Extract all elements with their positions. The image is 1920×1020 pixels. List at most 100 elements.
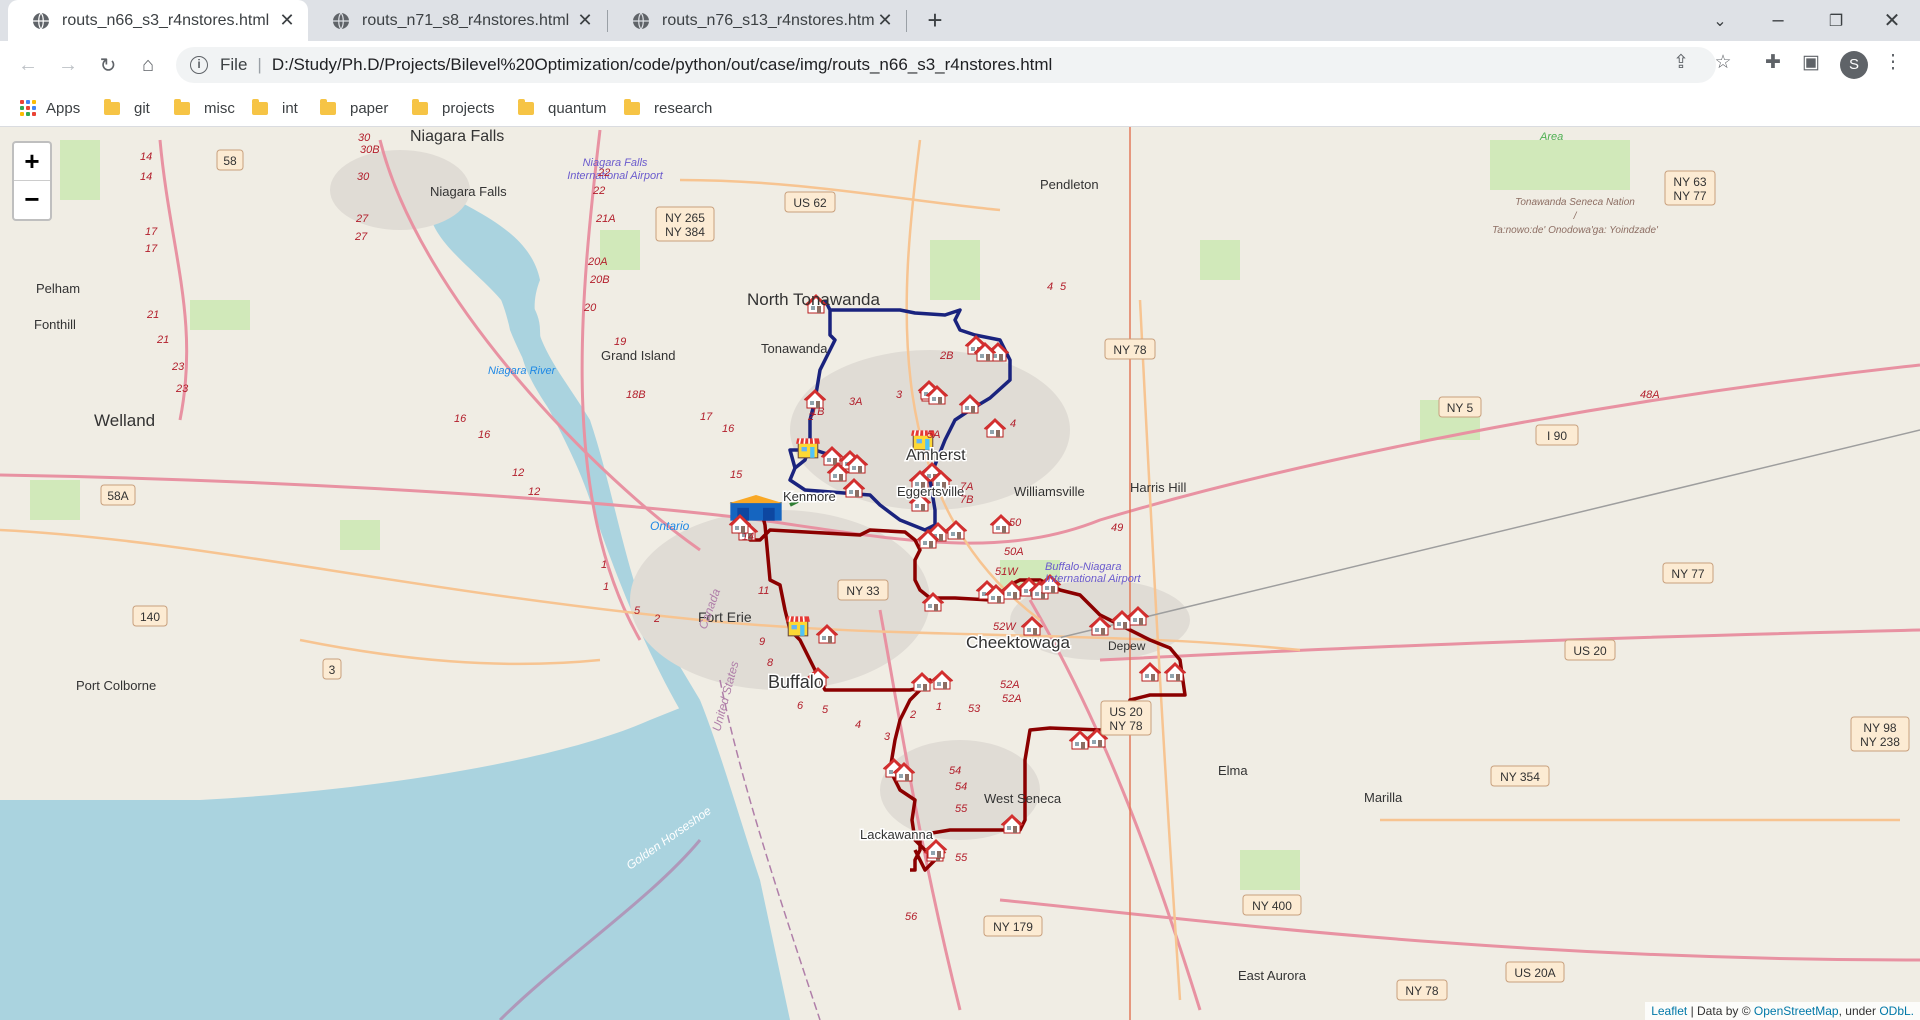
folder-icon xyxy=(320,98,336,115)
exit-number: 27 xyxy=(355,213,369,225)
exit-number: 12 xyxy=(512,467,524,479)
osm-link[interactable]: OpenStreetMap xyxy=(1754,1004,1839,1018)
lake-erie xyxy=(0,700,790,1020)
leaflet-link[interactable]: Leaflet xyxy=(1651,1004,1687,1018)
close-icon[interactable]: ✕ xyxy=(276,10,298,31)
road-shield-label: NY 400 xyxy=(1252,899,1292,913)
customer-house-marker[interactable] xyxy=(910,671,934,692)
exit-number: 1 xyxy=(601,559,607,571)
forward-button[interactable]: → xyxy=(52,49,84,81)
minimize-button[interactable]: – xyxy=(1748,0,1808,41)
tab-search-button[interactable]: ⌄ xyxy=(1690,0,1750,41)
place-label: / xyxy=(1573,211,1578,222)
bookmark-label: research xyxy=(654,99,713,117)
exit-number: 1 xyxy=(936,701,942,713)
close-window-button[interactable]: ✕ xyxy=(1862,0,1920,41)
tab[interactable]: routs_n76_s13_r4nstores.html ✕ xyxy=(608,0,906,41)
exit-number: 15 xyxy=(730,469,743,481)
exit-number: 2 xyxy=(909,709,916,721)
exit-number: 22 xyxy=(597,167,610,179)
exit-number: 23 xyxy=(175,383,189,395)
share-icon[interactable]: ⇪ xyxy=(1670,52,1692,74)
exit-number: 52A xyxy=(1000,679,1020,691)
star-icon[interactable]: ☆ xyxy=(1712,52,1734,74)
road-shield-label: 58A xyxy=(107,489,128,503)
avatar[interactable]: S xyxy=(1840,51,1868,79)
back-button[interactable]: ← xyxy=(12,49,44,81)
road-shield-label: NY 384 xyxy=(665,225,705,239)
exit-number: 21 xyxy=(156,334,169,346)
map-canvas[interactable]: Niagara FallsNiagara FallsNiagara FallsI… xyxy=(0,127,1920,1020)
road-shield-label: 3 xyxy=(329,663,336,677)
bookmark-folder-quantum[interactable]: quantum xyxy=(518,97,606,119)
place-label: Amherst xyxy=(906,447,966,464)
zoom-control: + − xyxy=(12,141,52,221)
address-bar[interactable]: i File | D:/Study/Ph.D/Projects/Bilevel%… xyxy=(176,47,1716,83)
customer-house-marker[interactable] xyxy=(944,519,968,540)
bookmark-folder-int[interactable]: int xyxy=(252,97,298,119)
customer-house-marker[interactable] xyxy=(930,669,954,690)
exit-number: 54 xyxy=(949,765,961,777)
bookmark-folder-projects[interactable]: projects xyxy=(412,97,495,119)
tab-title: routs_n71_s8_r4nstores.html xyxy=(362,11,570,29)
attribution-under: , under xyxy=(1838,1004,1880,1018)
road-shield-label: NY 5 xyxy=(1447,401,1474,415)
exit-number: 5A xyxy=(927,429,940,441)
exit-number: 52W xyxy=(993,621,1017,633)
road-shield-label: US 20A xyxy=(1514,966,1555,980)
place-label: Welland xyxy=(94,411,155,430)
exit-number: 14 xyxy=(140,171,152,183)
bookmark-folder-misc[interactable]: misc xyxy=(174,97,235,119)
tab[interactable]: routs_n71_s8_r4nstores.html ✕ xyxy=(308,0,606,41)
road-shield-label: NY 78 xyxy=(1405,984,1438,998)
exit-number: 21A xyxy=(595,213,616,225)
info-icon[interactable]: i xyxy=(190,56,208,74)
bookmark-label: Apps xyxy=(46,99,81,117)
exit-number: 19 xyxy=(614,336,626,348)
exit-number: 6 xyxy=(797,700,804,712)
close-icon[interactable]: ✕ xyxy=(874,10,896,31)
reload-button[interactable]: ↻ xyxy=(92,49,124,81)
address-scheme: File xyxy=(220,55,248,74)
exit-number: 12 xyxy=(528,486,540,498)
place-label: International Airport xyxy=(567,170,664,182)
place-label: Niagara River xyxy=(488,365,557,377)
place-label: Elma xyxy=(1218,763,1248,778)
globe-icon xyxy=(633,12,649,29)
bookmarks-bar: Apps git misc int paper projects quantum… xyxy=(0,89,1920,127)
bookmark-folder-paper[interactable]: paper xyxy=(320,97,388,119)
restore-button[interactable]: ❐ xyxy=(1806,0,1866,41)
road-shield-label: US 62 xyxy=(793,196,827,210)
zoom-in-button[interactable]: + xyxy=(14,143,50,181)
exit-number: 2 xyxy=(807,411,814,423)
tab-active[interactable]: routs_n66_s3_r4nstores.html ✕ xyxy=(8,0,308,41)
place-label: Grand Island xyxy=(601,348,675,363)
close-icon[interactable]: ✕ xyxy=(574,10,596,31)
road-shield-label: NY 33 xyxy=(846,584,879,598)
extensions-icon[interactable]: ✚ xyxy=(1762,52,1784,74)
customer-house-marker[interactable] xyxy=(1138,661,1162,682)
zoom-out-button[interactable]: − xyxy=(14,181,50,219)
bookmark-apps[interactable]: Apps xyxy=(20,97,80,119)
home-button[interactable]: ⌂ xyxy=(132,49,164,81)
address-url[interactable]: D:/Study/Ph.D/Projects/Bilevel%20Optimiz… xyxy=(272,55,1053,75)
menu-icon[interactable]: ⋮ xyxy=(1882,52,1904,74)
odbl-link[interactable]: ODbL. xyxy=(1879,1004,1914,1018)
exit-number: 20A xyxy=(587,256,608,268)
exit-number: 1 xyxy=(603,581,609,593)
side-panel-icon[interactable]: ▣ xyxy=(1800,52,1822,74)
leaflet-map[interactable]: Niagara Falls Niagara Falls Niagara Falls I… xyxy=(0,127,1920,1020)
tab-title: routs_n76_s13_r4nstores.html xyxy=(662,11,874,29)
place-label: Tonawanda xyxy=(761,341,828,356)
address-divider: | xyxy=(257,55,262,74)
bookmark-folder-research[interactable]: research xyxy=(624,97,712,119)
customer-house-marker[interactable] xyxy=(1163,661,1187,682)
exit-number: 4 xyxy=(1010,418,1016,430)
new-tab-button[interactable]: + xyxy=(920,6,950,36)
place-label: Pendleton xyxy=(1040,177,1099,192)
bookmark-label: paper xyxy=(350,99,389,117)
bookmark-folder-git[interactable]: git xyxy=(104,97,150,119)
road-shield-label: NY 63 xyxy=(1673,175,1706,189)
bookmark-label: quantum xyxy=(548,99,607,117)
exit-number: 5 xyxy=(634,605,641,617)
